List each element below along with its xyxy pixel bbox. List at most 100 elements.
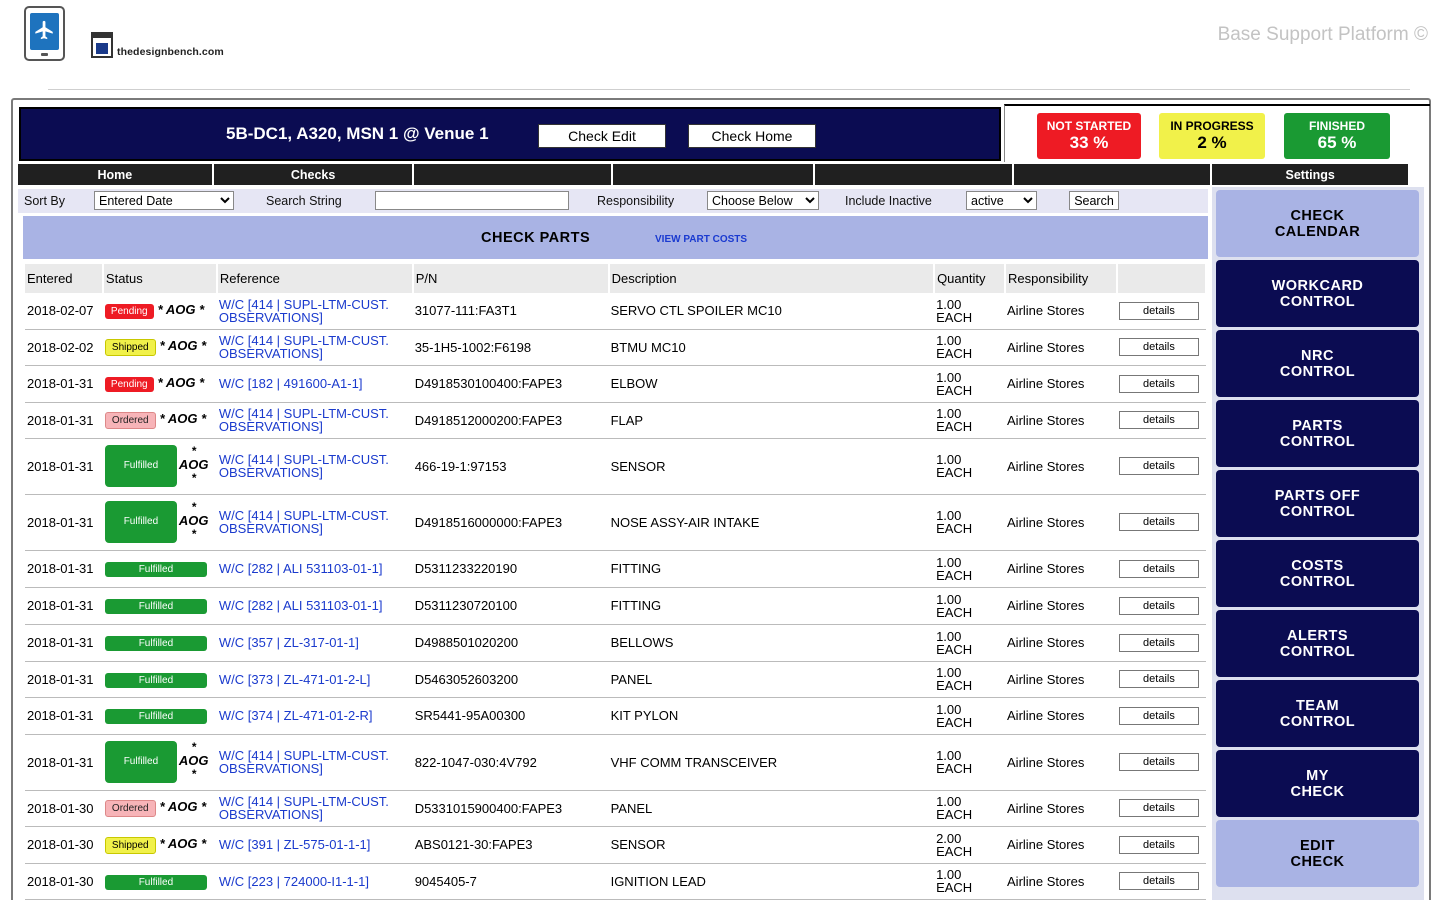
reference-link[interactable]: W/C [414 | SUPL-LTM-CUST. OBSERVATIONS]: [219, 297, 389, 325]
responsibility: Airline Stores: [1005, 661, 1117, 698]
status-badge: Ordered: [104, 412, 156, 429]
side-menu-item-check-calendar[interactable]: CHECK CALENDAR: [1216, 190, 1419, 257]
status-cell: Fulfilled: [102, 587, 217, 625]
reference-link[interactable]: W/C [414 | SUPL-LTM-CUST. OBSERVATIONS]: [219, 508, 389, 536]
details-button[interactable]: details: [1118, 753, 1199, 771]
reference-link[interactable]: W/C [414 | SUPL-LTM-CUST. OBSERVATIONS]: [219, 794, 389, 822]
app-root: thedesignbench.com Base Support Platform…: [0, 0, 1440, 900]
details-button[interactable]: details: [1118, 301, 1199, 320]
quantity-unit: EACH: [936, 419, 973, 434]
search-string-input[interactable]: [375, 191, 569, 210]
nav-home[interactable]: Home: [18, 164, 212, 185]
quantity-cell: 1.00 EACH: [934, 697, 1006, 735]
designbench-logo-icon: [91, 32, 113, 58]
part-number: 466-19-1:97153: [412, 438, 609, 495]
not-started-stat: NOT STARTED 33 %: [1037, 113, 1141, 159]
responsibility-select[interactable]: Choose Below: [707, 191, 819, 210]
reference-link[interactable]: W/C [282 | ALI 531103-01-1]: [219, 598, 383, 613]
table-row: 2018-01-31 Fulfilled W/C [374 | ZL-471-01-…: [25, 697, 1206, 735]
nav-item-blank-3[interactable]: [814, 164, 1012, 185]
part-number: D5463052603200: [412, 661, 609, 698]
status-cell: Fulfilled: [102, 661, 217, 698]
entered-date: 2018-02-02: [25, 329, 103, 366]
status-cell: Shipped * AOG *: [102, 826, 217, 864]
description: BTMU MC10: [608, 329, 935, 366]
quantity-unit: EACH: [936, 678, 973, 693]
reference-link[interactable]: W/C [391 | ZL-575-01-1-1]: [219, 837, 371, 852]
reference-link[interactable]: W/C [182 | 491600-A1-1]: [219, 376, 363, 391]
reference-link[interactable]: W/C [373 | ZL-471-01-2-L]: [219, 672, 371, 687]
side-menu-item-workcard-control[interactable]: WORKCARD CONTROL: [1216, 260, 1419, 327]
col-entered[interactable]: Entered: [25, 264, 104, 293]
status-cell: Fulfilled* AOG *: [102, 438, 217, 495]
main-nav: Home Checks Settings: [18, 164, 1409, 185]
aog-flag: * AOG *: [157, 302, 205, 318]
col-responsibility[interactable]: Responsibility: [1005, 264, 1118, 293]
table-row: 2018-01-31 Ordered * AOG * W/C [414 | SUPL-…: [25, 402, 1206, 439]
side-menu-item-costs-control[interactable]: COSTS CONTROL: [1216, 540, 1419, 607]
details-button[interactable]: details: [1118, 835, 1199, 854]
reference-link[interactable]: W/C [282 | ALI 531103-01-1]: [219, 561, 383, 576]
quantity-unit: EACH: [936, 309, 973, 325]
status-badge: Ordered: [104, 800, 156, 817]
quantity-cell: 1.00 EACH: [934, 661, 1006, 698]
details-button[interactable]: details: [1118, 596, 1199, 615]
col-description[interactable]: Description: [608, 264, 936, 293]
include-inactive-select[interactable]: active: [966, 191, 1037, 210]
details-button[interactable]: details: [1118, 670, 1199, 688]
reference-link[interactable]: W/C [357 | ZL-317-01-1]: [219, 635, 359, 650]
brand-title: Base Support Platform ©: [1217, 24, 1428, 45]
responsibility: Airline Stores: [1005, 438, 1117, 495]
status-cell: Fulfilled: [102, 550, 217, 588]
col-quantity[interactable]: Quantity: [934, 264, 1007, 293]
details-button[interactable]: details: [1118, 706, 1199, 725]
reference-link[interactable]: W/C [414 | SUPL-LTM-CUST. OBSERVATIONS]: [219, 452, 389, 480]
check-edit-button[interactable]: Check Edit: [538, 124, 666, 148]
reference-link[interactable]: W/C [414 | SUPL-LTM-CUST. OBSERVATIONS]: [219, 748, 389, 776]
col-reference[interactable]: Reference: [216, 264, 414, 293]
nav-checks[interactable]: Checks: [213, 164, 413, 185]
side-menu-item-parts-control[interactable]: PARTS CONTROL: [1216, 400, 1419, 467]
nav-settings[interactable]: Settings: [1212, 164, 1409, 185]
details-button[interactable]: details: [1118, 374, 1199, 393]
details-button[interactable]: details: [1118, 411, 1199, 429]
nav-item-blank-1[interactable]: [414, 164, 612, 185]
status-badge: Shipped: [104, 836, 156, 854]
nav-item-blank-4[interactable]: [1013, 164, 1211, 185]
entered-date: 2018-01-31: [25, 587, 103, 625]
details-button[interactable]: details: [1118, 457, 1199, 475]
side-menu-item-edit-check[interactable]: EDIT CHECK: [1216, 820, 1419, 887]
reference-link[interactable]: W/C [414 | SUPL-LTM-CUST. OBSERVATIONS]: [219, 333, 389, 361]
side-menu-item-nrc-control[interactable]: NRC CONTROL: [1216, 330, 1419, 397]
check-parts-title: CHECK PARTS: [481, 230, 591, 246]
reference-link[interactable]: W/C [223 | 724000-I1-1-1]: [219, 874, 369, 889]
status-badge: Fulfilled: [104, 599, 207, 614]
side-menu-item-team-control[interactable]: TEAM CONTROL: [1216, 680, 1419, 747]
side-menu-item-my-check[interactable]: MY CHECK: [1216, 750, 1419, 817]
details-button[interactable]: details: [1118, 872, 1199, 890]
quantity-cell: 1.00 EACH: [934, 402, 1006, 439]
reference-link[interactable]: W/C [414 | SUPL-LTM-CUST. OBSERVATIONS]: [219, 406, 389, 434]
part-number: 35-1H5-1002:F6198: [412, 329, 609, 366]
details-button[interactable]: details: [1118, 338, 1199, 356]
view-part-costs-link[interactable]: VIEW PART COSTS: [655, 234, 747, 245]
details-button[interactable]: details: [1118, 513, 1199, 531]
nav-item-blank-2[interactable]: [613, 164, 813, 185]
search-button[interactable]: Search: [1069, 191, 1119, 210]
check-home-button[interactable]: Check Home: [688, 124, 816, 148]
details-button[interactable]: details: [1118, 559, 1199, 578]
progress-status-panel: NOT STARTED 33 % IN PROGRESS 2 % FINISHE…: [1004, 104, 1430, 162]
action-cell: details: [1116, 329, 1206, 366]
col-pn[interactable]: P/N: [412, 264, 610, 293]
col-status[interactable]: Status: [102, 264, 218, 293]
side-menu-item-alerts-control[interactable]: ALERTS CONTROL: [1216, 610, 1419, 677]
action-cell: details: [1116, 365, 1206, 403]
reference-link[interactable]: W/C [374 | ZL-471-01-2-R]: [219, 708, 373, 723]
details-button[interactable]: details: [1118, 799, 1199, 817]
status-cell: Fulfilled* AOG *: [102, 494, 217, 551]
details-button[interactable]: details: [1118, 633, 1199, 652]
side-menu-item-parts-off-control[interactable]: PARTS OFF CONTROL: [1216, 470, 1419, 537]
sort-by-select[interactable]: Entered Date: [94, 191, 234, 210]
description: FLAP: [608, 402, 935, 439]
quantity-unit: EACH: [936, 761, 973, 776]
